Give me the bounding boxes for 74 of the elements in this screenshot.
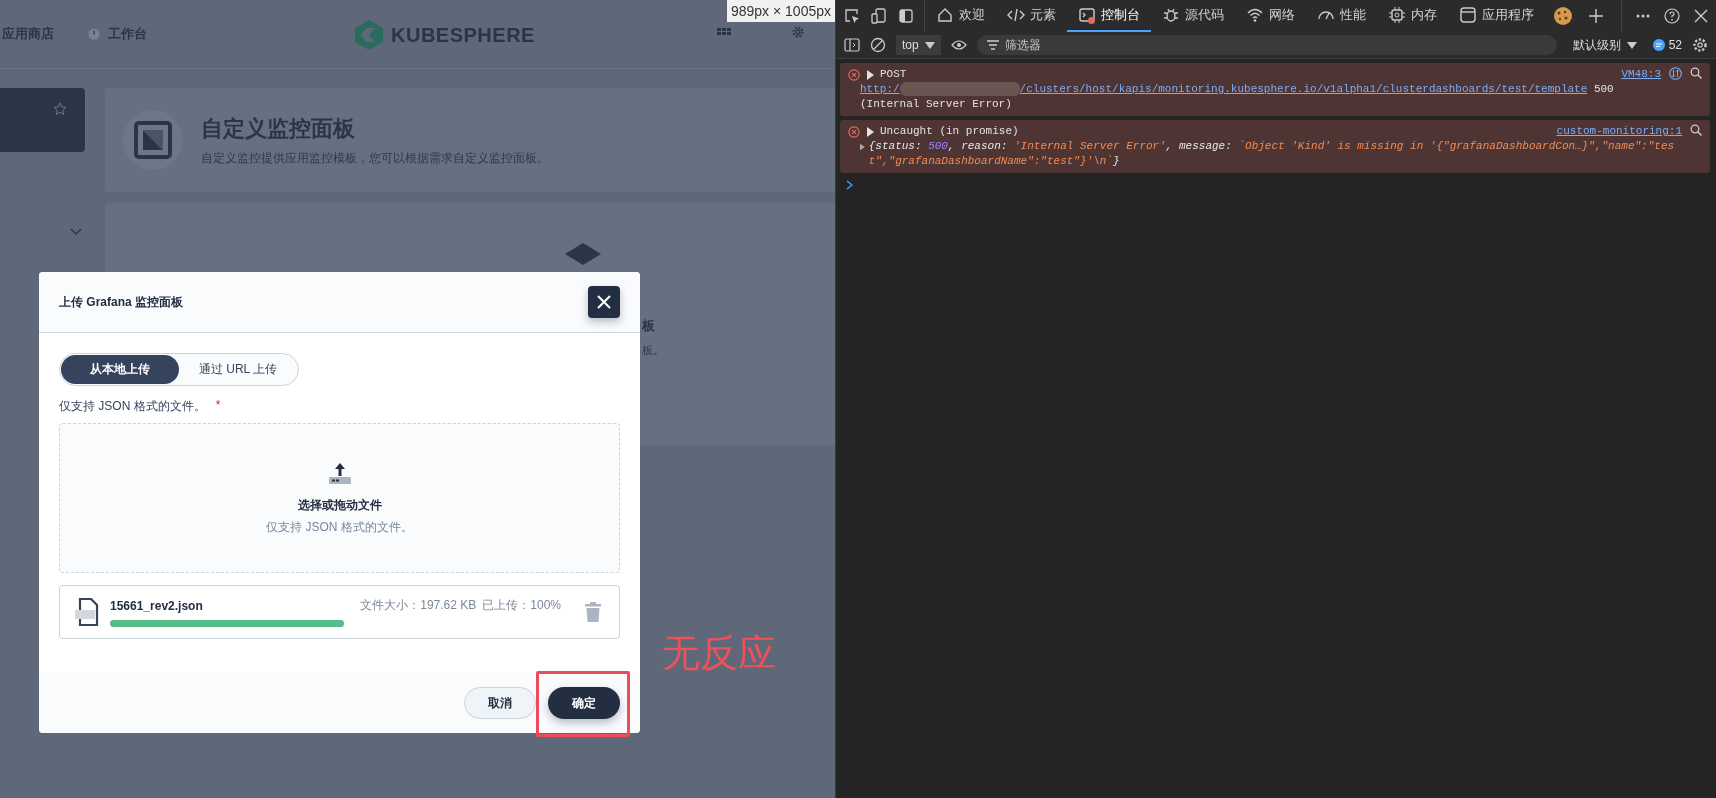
- error-icon: [848, 68, 860, 81]
- caret-icon: [1626, 41, 1637, 49]
- message-icon[interactable]: [1652, 39, 1665, 51]
- field-label: 仅支持 JSON 格式的文件。: [59, 398, 206, 415]
- window-icon: [1459, 6, 1477, 24]
- help-icon[interactable]: [1664, 8, 1680, 24]
- source-link[interactable]: VM48:3: [1621, 67, 1661, 82]
- logo-icon: [355, 20, 383, 50]
- confirm-button[interactable]: 确定: [548, 687, 620, 719]
- search-icon[interactable]: [1690, 67, 1702, 79]
- prompt-chevron-icon[interactable]: [846, 180, 853, 190]
- annotation-text: 无反应: [662, 631, 776, 676]
- clear-console-icon[interactable]: [870, 37, 886, 53]
- file-size: 文件大小：197.62 KB: [360, 597, 477, 614]
- dropzone-hint: 仅支持 JSON 格式的文件。: [266, 518, 413, 536]
- dialog-title: 上传 Grafana 监控面板: [59, 293, 184, 311]
- status-text: (Internal Server Error): [860, 98, 1012, 110]
- upload-progress-text: 已上传：100%: [482, 597, 561, 614]
- devtools-tab[interactable]: 应用程序: [1448, 0, 1545, 32]
- status-code: 500: [1593, 83, 1614, 95]
- filter-field[interactable]: 筛选器: [976, 35, 1557, 55]
- devtools-tab[interactable]: 网络: [1235, 0, 1306, 32]
- chip-icon: [1388, 6, 1406, 24]
- devtools-tab[interactable]: 内存: [1377, 0, 1448, 32]
- bug-icon: [1162, 6, 1180, 24]
- network-request-icon[interactable]: [1669, 67, 1682, 80]
- message-count: 52: [1668, 38, 1682, 52]
- dropzone-title: 选择或拖动文件: [297, 496, 382, 514]
- error-icon: [848, 125, 860, 138]
- wifi-icon: [1246, 6, 1264, 24]
- sidebar-toggle-icon[interactable]: [844, 38, 860, 52]
- request-url-link[interactable]: http:/ /clusters/host/kapis/monitoring.kubesphere.io/v1alpha1/clusterdashboards/test/template: [860, 83, 1588, 95]
- request-method: POST: [880, 67, 907, 82]
- console-icon: [1078, 6, 1096, 24]
- expand-triangle-icon[interactable]: [860, 143, 865, 151]
- home-icon: [936, 6, 954, 24]
- eye-icon[interactable]: [950, 39, 967, 51]
- add-tab-icon[interactable]: [1589, 9, 1603, 23]
- code-icon: [1007, 6, 1025, 24]
- device-icon[interactable]: [871, 8, 887, 24]
- error-object-text: {status: 500, reason: 'Internal Server Error', message: `Object 'Kind' is missing in '{"grafanaDashboardCon…}","name":"test","grafanaDashboardName":"test"}'\n`}: [868, 139, 1676, 169]
- error-badge: [1088, 17, 1095, 24]
- panel-icon[interactable]: [898, 8, 914, 24]
- mode-tab[interactable]: 从本地上传: [61, 355, 179, 384]
- close-button[interactable]: [588, 286, 620, 318]
- error-summary: Uncaught (in promise): [880, 124, 1019, 139]
- context-dropdown[interactable]: top: [896, 35, 941, 55]
- star-icon[interactable]: [53, 102, 67, 116]
- log-level-dropdown[interactable]: 默认级别: [1566, 35, 1643, 55]
- close-icon: [596, 294, 612, 310]
- inspect-icon[interactable]: [844, 8, 860, 24]
- json-file-icon: [74, 598, 100, 626]
- expand-triangle-icon[interactable]: [866, 69, 874, 80]
- more-icon[interactable]: [1636, 14, 1650, 18]
- diamond-icon: [565, 243, 601, 265]
- page-title: 自定义监控面板: [201, 114, 356, 143]
- required-mark: *: [215, 398, 221, 414]
- cookie-icon[interactable]: [1553, 6, 1573, 26]
- devtools-tab[interactable]: 性能: [1306, 0, 1377, 32]
- clock-icon: [88, 28, 100, 40]
- file-dropzone[interactable]: 选择或拖动文件 仅支持 JSON 格式的文件。: [59, 423, 620, 573]
- search-icon[interactable]: [1690, 124, 1702, 136]
- file-name: 15661_rev2.json: [110, 598, 203, 613]
- viewport-size-label: 989px × 1005px: [726, 0, 835, 22]
- cancel-button[interactable]: 取消: [464, 687, 536, 719]
- mode-tab[interactable]: 通过 URL 上传: [179, 355, 297, 384]
- card-title: 板: [642, 317, 655, 335]
- devtools-tab[interactable]: 元素: [996, 0, 1067, 32]
- expand-triangle-icon[interactable]: [866, 126, 874, 137]
- source-link[interactable]: custom-monitoring:1: [1556, 124, 1682, 139]
- close-icon[interactable]: [1694, 9, 1708, 23]
- caret-icon: [924, 41, 935, 49]
- devtools-tab[interactable]: 欢迎: [925, 0, 996, 32]
- devtools-tab[interactable]: 源代码: [1151, 0, 1235, 32]
